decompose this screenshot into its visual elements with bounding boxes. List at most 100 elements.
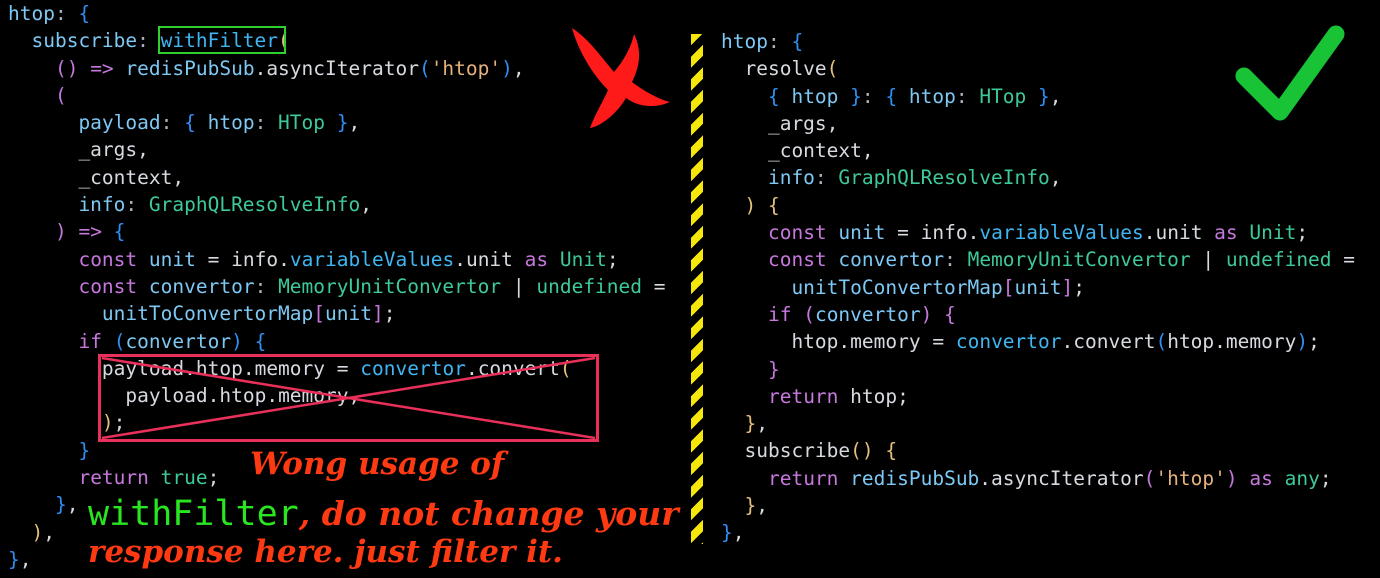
code-line: const convertor: MemoryUnitConvertor | u…	[8, 273, 665, 300]
code-token: (	[113, 329, 126, 353]
code-token: subscribe	[721, 439, 851, 463]
code-token: info	[721, 166, 815, 190]
code-token: Unit	[1249, 221, 1297, 245]
green-checkmark-icon	[1235, 25, 1345, 121]
code-line: },	[721, 519, 1355, 546]
code-line: const convertor: MemoryUnitConvertor | u…	[721, 246, 1355, 273]
code-token: )	[1225, 466, 1250, 490]
code-token: const	[767, 221, 839, 245]
code-token: :	[160, 111, 185, 135]
code-token: if	[78, 329, 114, 353]
code-token: ;	[383, 302, 396, 326]
code-token: ,	[732, 521, 745, 545]
code-token: )	[231, 329, 255, 353]
code-line: ) {	[721, 192, 1355, 219]
code-token: const	[78, 247, 149, 271]
code-token: unitToConvertorMap	[8, 302, 314, 326]
code-token: {	[885, 439, 898, 463]
code-token: .	[254, 56, 267, 80]
code-token: MemoryUnitConvertor	[278, 274, 513, 298]
code-token: memory	[1225, 330, 1297, 354]
code-token: htop	[8, 2, 55, 25]
code-token: const	[78, 274, 149, 298]
code-token: =	[1343, 248, 1356, 272]
code-token: ,	[1049, 166, 1062, 190]
code-token: =	[920, 330, 956, 354]
code-line: if (convertor) {	[721, 301, 1355, 328]
code-token: ;	[897, 384, 909, 408]
code-token: const	[767, 248, 839, 272]
code-token: )	[501, 56, 513, 80]
code-token: as	[1249, 466, 1285, 490]
code-token: {	[184, 111, 208, 135]
code-token: htop	[1167, 330, 1215, 354]
code-token: _args,	[721, 111, 839, 135]
code-line: },	[721, 492, 1355, 519]
code-token: 'htop'	[1155, 466, 1226, 490]
code-token: }	[336, 111, 349, 135]
code-token: convertor	[148, 274, 255, 298]
code-line: return htop;	[721, 383, 1355, 410]
code-token: convert	[1073, 330, 1156, 354]
code-token: {	[767, 84, 792, 108]
code-token: _context,	[8, 165, 185, 189]
code-token: redisPubSub	[850, 466, 980, 490]
code-token: _args,	[8, 138, 149, 162]
code-token: _context,	[721, 139, 874, 163]
code-token: payload	[8, 111, 161, 135]
code-token: return	[767, 466, 851, 490]
code-token: (	[1155, 330, 1168, 354]
code-token: .	[278, 247, 290, 271]
code-line: const unit = info.variableValues.unit as…	[8, 246, 666, 273]
code-token: (	[803, 302, 815, 326]
code-token: {	[767, 193, 780, 217]
code-token: return	[767, 384, 851, 408]
code-line: subscribe() {	[721, 437, 1355, 464]
code-token: unit	[465, 247, 525, 271]
code-token: ,	[756, 494, 768, 518]
code-line: _args,	[8, 136, 666, 163]
code-token: }	[744, 494, 757, 518]
code-token: unit	[325, 302, 372, 326]
code-token: ) =>	[54, 220, 114, 244]
code-token: () =>	[54, 56, 126, 80]
code-token: .	[838, 330, 851, 354]
code-token: convertor	[955, 330, 1062, 354]
code-token: true	[160, 466, 208, 490]
code-token: )	[744, 193, 768, 217]
code-token: }	[744, 412, 757, 436]
code-token: as	[1214, 221, 1250, 245]
code-token: ;	[1308, 330, 1320, 354]
code-line: ) => {	[8, 218, 666, 245]
code-token: }	[78, 438, 91, 462]
code-token: unit	[838, 221, 886, 245]
code-token: :	[254, 111, 279, 135]
code-token: unit	[148, 247, 196, 271]
code-token: ,	[756, 412, 768, 436]
code-line: },	[721, 410, 1355, 437]
code-token: }	[8, 547, 20, 571]
code-token: .	[454, 247, 466, 271]
code-token: {	[113, 220, 126, 244]
code-token: convertor	[838, 248, 945, 272]
annotation-line-2: withFilter, do not change your	[88, 494, 679, 534]
code-line: info: GraphQLResolveInfo,	[8, 191, 666, 218]
hazard-stripe-divider	[691, 34, 703, 544]
code-token: =	[195, 247, 232, 271]
code-token: MemoryUnitConvertor	[967, 248, 1203, 272]
code-token: :	[767, 30, 792, 53]
code-token: }	[721, 521, 733, 545]
code-token: if	[767, 302, 804, 326]
withfilter-highlight-box	[158, 26, 286, 54]
